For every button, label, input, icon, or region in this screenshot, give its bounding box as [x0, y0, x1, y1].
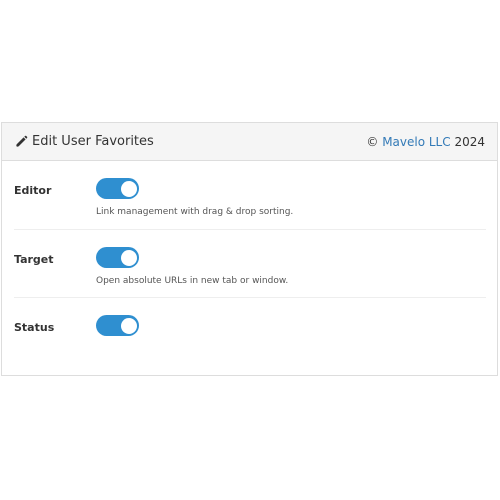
pencil-icon — [14, 135, 28, 149]
copyright-year: 2024 — [454, 134, 485, 149]
company-link[interactable]: Mavelo LLC — [382, 135, 450, 149]
panel-header: Edit User Favorites © Mavelo LLC 2024 — [2, 123, 497, 161]
settings-list: Editor Link management with drag & drop … — [2, 161, 497, 366]
toggle-knob — [120, 180, 137, 197]
setting-label: Target — [14, 253, 54, 266]
setting-description: Link management with drag & drop sorting… — [96, 207, 294, 217]
editor-toggle[interactable] — [96, 178, 139, 199]
target-toggle[interactable] — [96, 247, 139, 268]
setting-row-editor: Editor Link management with drag & drop … — [14, 161, 486, 230]
panel-title: Edit User Favorites — [14, 134, 154, 149]
setting-description: Open absolute URLs in new tab or window. — [96, 276, 289, 286]
toggle-knob — [120, 249, 137, 266]
setting-label: Editor — [14, 184, 52, 197]
favorites-panel: Edit User Favorites © Mavelo LLC 2024 Ed… — [1, 122, 498, 376]
copyright-symbol: © — [366, 134, 379, 149]
panel-title-text: Edit User Favorites — [32, 134, 154, 149]
setting-body: Open absolute URLs in new tab or window. — [96, 230, 288, 297]
copyright: © Mavelo LLC 2024 — [366, 135, 485, 149]
setting-body: Link management with drag & drop sorting… — [96, 161, 293, 229]
toggle-knob — [120, 317, 137, 334]
setting-label: Status — [14, 321, 55, 334]
setting-row-status: Status — [14, 298, 486, 366]
setting-body — [96, 298, 139, 366]
setting-row-target: Target Open absolute URLs in new tab or … — [14, 230, 486, 298]
status-toggle[interactable] — [96, 315, 139, 336]
